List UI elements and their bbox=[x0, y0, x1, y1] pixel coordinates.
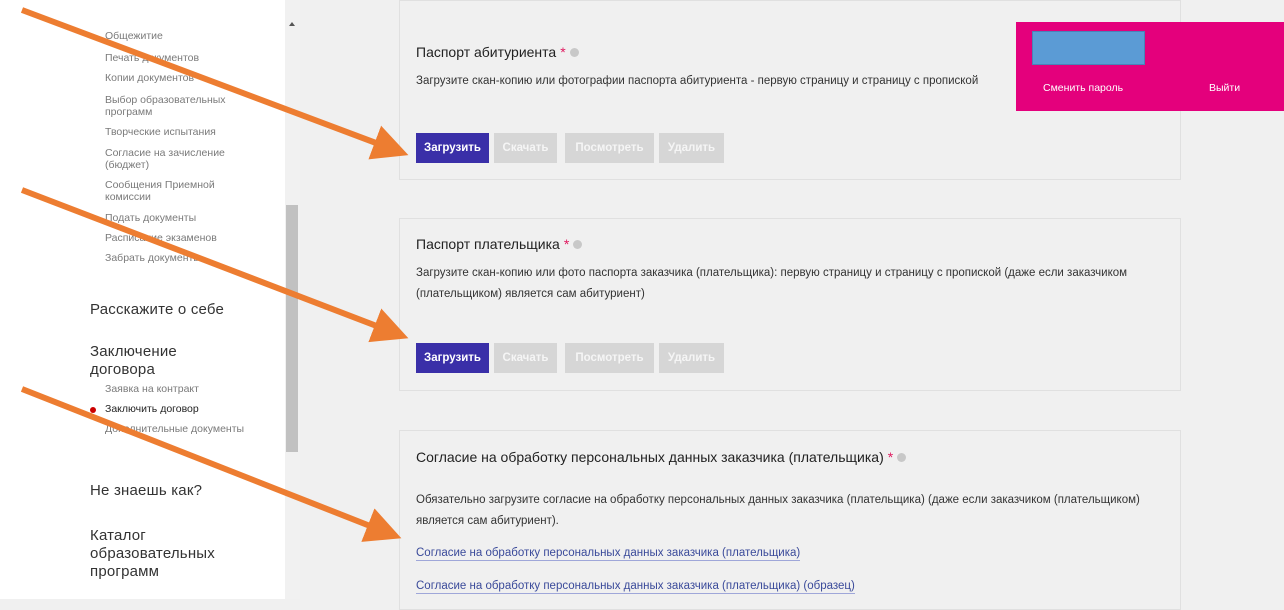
card-title: Согласие на обработку персональных данны… bbox=[416, 449, 907, 465]
sidebar-item-label: Печать документов bbox=[105, 52, 200, 64]
sidebar-item-document-copies[interactable]: Копии документов bbox=[105, 72, 255, 85]
sidebar-item-label: Заключить договор bbox=[105, 403, 199, 415]
view-button[interactable]: Посмотреть bbox=[565, 343, 654, 373]
required-mark: * bbox=[560, 44, 566, 60]
sidebar-section-help[interactable]: Не знаешь как? bbox=[90, 482, 260, 500]
sidebar-item-label: Заявка на контракт bbox=[105, 383, 199, 395]
sidebar-item-label: Общежитие bbox=[105, 30, 163, 42]
upload-button[interactable]: Загрузить bbox=[416, 343, 489, 373]
card-title-text: Согласие на обработку персональных данны… bbox=[416, 449, 884, 465]
scroll-up-arrow-icon[interactable] bbox=[289, 22, 295, 26]
sidebar-section-catalog[interactable]: Каталог образовательных программ bbox=[90, 527, 230, 581]
sidebar-item-withdraw-documents[interactable]: Забрать документы bbox=[105, 252, 255, 265]
required-mark: * bbox=[887, 449, 894, 465]
consent-document-link[interactable]: Согласие на обработку персональных данны… bbox=[416, 546, 801, 561]
sidebar-item-label: Расписание экзаменов bbox=[105, 232, 217, 244]
sidebar-item-submit-documents[interactable]: Подать документы bbox=[105, 212, 255, 225]
sidebar-item-creative-tests[interactable]: Творческие испытания bbox=[105, 126, 255, 139]
sidebar-scrollbar[interactable] bbox=[285, 0, 300, 599]
sidebar-item-label: Подать документы bbox=[105, 212, 197, 224]
sidebar-item-dormitory[interactable]: Общежитие bbox=[105, 30, 255, 43]
sidebar: Общежитие Печать документов Копии докуме… bbox=[0, 0, 285, 599]
sidebar-section-contract[interactable]: Заключение договора bbox=[90, 343, 220, 379]
active-indicator-dot bbox=[90, 407, 96, 413]
upload-button[interactable]: Загрузить bbox=[416, 133, 489, 163]
card-title: Паспорт абитуриента * bbox=[416, 44, 579, 60]
logout-link[interactable]: Выйти bbox=[1209, 82, 1240, 94]
sidebar-item-label: Сообщения Приемной комиссии bbox=[105, 179, 215, 203]
delete-button[interactable]: Удалить bbox=[659, 343, 724, 373]
sidebar-item-sign-contract[interactable]: Заключить договор bbox=[90, 403, 255, 416]
sidebar-item-label: Выбор образовательных программ bbox=[105, 94, 226, 118]
sidebar-item-program-choice[interactable]: Выбор образовательных программ bbox=[105, 94, 255, 118]
card-title-text: Паспорт плательщика bbox=[416, 236, 560, 252]
sidebar-item-exam-schedule[interactable]: Расписание экзаменов bbox=[105, 232, 255, 245]
consent-sample-link[interactable]: Согласие на обработку персональных данны… bbox=[416, 579, 855, 594]
sidebar-item-commission-messages[interactable]: Сообщения Приемной комиссии bbox=[105, 179, 255, 203]
download-button[interactable]: Скачать bbox=[494, 343, 557, 373]
redacted-user-block bbox=[1032, 31, 1145, 65]
sidebar-section-about[interactable]: Расскажите о себе bbox=[90, 301, 260, 319]
view-button[interactable]: Посмотреть bbox=[565, 133, 654, 163]
sidebar-item-label: Копии документов bbox=[105, 72, 195, 84]
sidebar-item-print-documents[interactable]: Печать документов bbox=[105, 52, 255, 65]
card-description: Загрузите скан-копию или фото паспорта з… bbox=[416, 267, 1128, 300]
user-menu-panel: Сменить пароль Выйти bbox=[1016, 22, 1284, 111]
sidebar-item-contract-request[interactable]: Заявка на контракт bbox=[105, 383, 255, 396]
document-card-payer-passport: Паспорт плательщика * Загрузите скан-копи… bbox=[399, 218, 1181, 391]
info-icon[interactable] bbox=[897, 452, 907, 462]
document-card-personal-data-consent: Согласие на обработку персональных данны… bbox=[399, 430, 1181, 610]
card-title: Паспорт плательщика * bbox=[416, 236, 583, 252]
change-password-link[interactable]: Сменить пароль bbox=[1043, 82, 1123, 94]
info-icon[interactable] bbox=[569, 47, 579, 57]
delete-button[interactable]: Удалить bbox=[659, 133, 724, 163]
sidebar-item-label: Творческие испытания bbox=[105, 126, 216, 138]
sidebar-item-label: Согласие на зачисление (бюджет) bbox=[105, 147, 225, 171]
scrollbar-thumb[interactable] bbox=[286, 205, 298, 452]
info-icon[interactable] bbox=[573, 239, 583, 249]
card-description: Обязательно загрузите согласие на обрабо… bbox=[416, 494, 1140, 527]
sidebar-item-label: Дополнительные документы bbox=[105, 423, 245, 435]
card-title-text: Паспорт абитуриента bbox=[416, 44, 557, 60]
download-button[interactable]: Скачать bbox=[494, 133, 557, 163]
sidebar-item-additional-documents[interactable]: Дополнительные документы bbox=[105, 423, 255, 436]
sidebar-item-budget-consent[interactable]: Согласие на зачисление (бюджет) bbox=[105, 147, 255, 171]
required-mark: * bbox=[563, 236, 570, 252]
sidebar-item-label: Забрать документы bbox=[105, 252, 201, 264]
